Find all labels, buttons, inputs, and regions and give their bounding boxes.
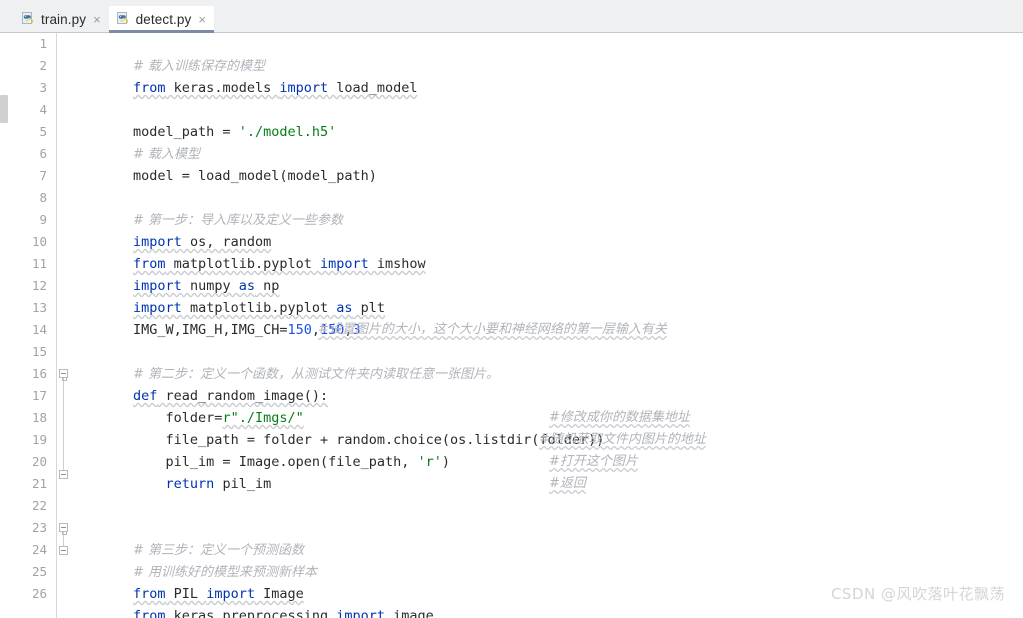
- code-line-21[interactable]: [68, 473, 1023, 495]
- line-number: 16: [31, 366, 47, 381]
- code-line-9[interactable]: import os, random: [68, 209, 1023, 250]
- tab-detect-py[interactable]: detect.py ×: [108, 6, 215, 33]
- code-content-area[interactable]: # 载入训练保存的模型 from keras.models import loa…: [68, 33, 1023, 618]
- close-icon[interactable]: ×: [197, 13, 207, 26]
- code-line-17[interactable]: folder=r"./Imgs/" #修改成你的数据集地址: [68, 385, 1023, 426]
- line-number: 20: [31, 454, 47, 469]
- close-icon[interactable]: ×: [92, 13, 102, 26]
- line-number: 1: [39, 36, 47, 51]
- code-line-2[interactable]: from keras.models import load_model: [68, 55, 1023, 96]
- line-number: 3: [39, 80, 47, 95]
- line-number: 9: [39, 212, 47, 227]
- line-number: 11: [31, 256, 47, 271]
- editor-window: train.py × detect.py × 1 2 3 4 5 6 7 8 9…: [0, 0, 1023, 618]
- line-number: 25: [31, 564, 47, 579]
- editor-left-marker-strip: [0, 33, 8, 618]
- line-number-gutter: 1 2 3 4 5 6 7 8 9 10 11 12 13 14 15 16 1…: [8, 33, 57, 618]
- line-number: 2: [39, 58, 47, 73]
- code-line-23[interactable]: # 第三步：定义一个预测函数: [68, 517, 1023, 558]
- code-editor[interactable]: 1 2 3 4 5 6 7 8 9 10 11 12 13 14 15 16 1…: [0, 33, 1023, 618]
- line-number: 19: [31, 432, 47, 447]
- code-line-22[interactable]: [68, 495, 1023, 517]
- code-line-24[interactable]: # 用训练好的模型来预测新样本: [68, 539, 1023, 580]
- code-line-5[interactable]: # 载入模型: [68, 121, 1023, 162]
- editor-tab-bar: train.py × detect.py ×: [0, 0, 1023, 33]
- watermark-text: CSDN @风吹落叶花飘荡: [830, 585, 1005, 603]
- vertical-scrollbar-thumb[interactable]: [0, 95, 8, 123]
- line-number: 24: [31, 542, 47, 557]
- python-file-icon: [22, 11, 36, 27]
- line-number: 8: [39, 190, 47, 205]
- code-line-10[interactable]: from matplotlib.pyplot import imshow: [68, 231, 1023, 272]
- code-line-16[interactable]: def read_random_image():: [68, 363, 1023, 404]
- fold-region-tip: [62, 531, 67, 535]
- line-number: 26: [31, 586, 47, 601]
- line-number: 18: [31, 410, 47, 425]
- line-number: 6: [39, 146, 47, 161]
- line-number: 15: [31, 344, 47, 359]
- keyword-from: from: [133, 608, 166, 618]
- code-line-4[interactable]: model_path = './model.h5': [68, 99, 1023, 140]
- fold-region-tip: [62, 377, 67, 381]
- code-line-1[interactable]: # 载入训练保存的模型: [68, 33, 1023, 74]
- line-number: 22: [31, 498, 47, 513]
- code-line-13[interactable]: IMG_W,IMG_H,IMG_CH=150,150,3 #设置图片的大小，这个大…: [68, 297, 1023, 338]
- tab-label: train.py: [41, 11, 87, 27]
- code-line-18[interactable]: file_path = folder + random.choice(os.li…: [68, 407, 1023, 448]
- module-path: keras.preprocessing: [165, 608, 337, 618]
- code-line-3[interactable]: [68, 77, 1023, 99]
- line-number: 5: [39, 124, 47, 139]
- fold-region-end-marker[interactable]: [59, 470, 68, 479]
- code-line-25[interactable]: from PIL import Image: [68, 561, 1023, 602]
- fold-region-end-marker[interactable]: [59, 546, 68, 555]
- line-number: 10: [31, 234, 47, 249]
- code-line-11[interactable]: import numpy as np: [68, 253, 1023, 294]
- line-number: 4: [39, 102, 47, 117]
- fold-region-line: [63, 369, 64, 474]
- keyword-import: import: [336, 608, 386, 618]
- code-line-6[interactable]: model = load_model(model_path): [68, 143, 1023, 184]
- code-line-12[interactable]: import matplotlib.pyplot as plt: [68, 275, 1023, 316]
- code-line-14[interactable]: [68, 319, 1023, 341]
- line-number: 7: [39, 168, 47, 183]
- line-number: 13: [31, 300, 47, 315]
- line-number: 17: [31, 388, 47, 403]
- code-line-19[interactable]: pil_im = Image.open(file_path, 'r') #打开这个…: [68, 429, 1023, 470]
- line-number: 21: [31, 476, 47, 491]
- line-number: 12: [31, 278, 47, 293]
- code-line-7[interactable]: [68, 165, 1023, 187]
- code-line-15[interactable]: # 第二步：定义一个函数，从测试文件夹内读取任意一张图片。: [68, 341, 1023, 382]
- tab-label: detect.py: [135, 11, 192, 27]
- tab-train-py[interactable]: train.py ×: [14, 6, 109, 32]
- line-number: 23: [31, 520, 47, 535]
- imported-name: image: [385, 608, 434, 618]
- code-line-20[interactable]: return pil_im #返回: [68, 451, 1023, 492]
- line-number: 14: [31, 322, 47, 337]
- tab-bar-left-padding: [0, 0, 14, 32]
- python-file-icon: [116, 11, 131, 27]
- code-line-8[interactable]: # 第一步：导入库以及定义一些参数: [68, 187, 1023, 228]
